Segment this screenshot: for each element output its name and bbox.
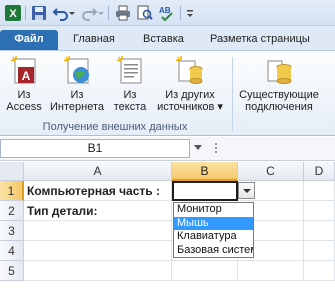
redo-dropdown-icon[interactable] xyxy=(97,4,105,22)
from-web-button[interactable]: Из Интернета xyxy=(48,53,106,117)
validation-dropdown-button[interactable] xyxy=(238,182,255,199)
from-text-line1: Из xyxy=(123,89,137,101)
from-text-line2: текста xyxy=(113,101,147,113)
svg-text:AB: AB xyxy=(159,6,171,15)
cell-d5[interactable] xyxy=(304,261,335,281)
toolbar-separator xyxy=(25,6,26,20)
cell-a5[interactable] xyxy=(24,261,172,281)
column-header-c[interactable]: C xyxy=(238,162,304,181)
dropdown-option-monitor[interactable]: Монитор xyxy=(174,203,253,217)
select-all-corner[interactable] xyxy=(0,162,24,181)
name-box[interactable]: B1 xyxy=(0,139,190,158)
cell-b1[interactable] xyxy=(172,181,238,201)
from-access-line2: Access xyxy=(6,101,42,113)
quick-access-toolbar: X AB xyxy=(0,0,335,26)
ribbon-tabs: Файл Главная Вставка Разметка страницы xyxy=(0,26,335,50)
excel-window: X AB Файл Главная Вставка Разметка стран… xyxy=(0,0,335,290)
toolbar-separator xyxy=(180,6,181,20)
dropdown-option-mouse[interactable]: Мышь xyxy=(174,216,253,230)
row-header-2[interactable]: 2 xyxy=(0,201,24,221)
cell-d2[interactable] xyxy=(304,201,335,221)
access-icon: A xyxy=(10,56,36,84)
web-icon xyxy=(63,56,89,84)
cell-d3[interactable] xyxy=(304,221,335,241)
dropdown-option-base-system[interactable]: Базовая систем xyxy=(174,244,253,258)
chevron-down-icon xyxy=(243,189,251,193)
text-file-icon xyxy=(116,56,142,84)
connections-icon xyxy=(267,60,292,84)
from-access-button[interactable]: A Из Access xyxy=(2,53,46,117)
tab-page-layout[interactable]: Разметка страницы xyxy=(210,30,310,50)
tab-file[interactable]: Файл xyxy=(0,30,58,50)
from-access-line1: Из xyxy=(17,89,31,101)
cell-a1[interactable]: Компьютерная часть : xyxy=(24,181,172,201)
from-other-sources-line1: Из других xyxy=(165,89,215,101)
dropdown-option-keyboard[interactable]: Клавиатура xyxy=(174,230,253,244)
cell-a3[interactable] xyxy=(24,221,172,241)
excel-icon[interactable]: X xyxy=(4,4,22,22)
name-box-dropdown-icon[interactable] xyxy=(194,145,202,150)
ribbon-group-label: Получение внешних данных xyxy=(42,121,188,133)
existing-connections-line1: Существующие xyxy=(239,89,319,101)
column-header-b[interactable]: B xyxy=(172,162,238,181)
svg-text:X: X xyxy=(9,8,17,20)
row-header-3[interactable]: 3 xyxy=(0,221,24,241)
formula-bar-grip-icon[interactable] xyxy=(213,141,219,155)
print-icon[interactable] xyxy=(114,4,132,22)
from-other-sources-line2: источников ▾ xyxy=(157,101,223,113)
customize-icon[interactable] xyxy=(185,4,195,22)
undo-dropdown-icon[interactable] xyxy=(68,4,76,22)
existing-connections-label: Существующие подключения xyxy=(234,89,324,113)
from-web-line1: Из xyxy=(70,89,84,101)
worksheet-grid: A B C D 1 2 3 4 5 Компьютерная часть : Т… xyxy=(0,162,335,290)
formula-bar: B1 xyxy=(0,137,335,161)
from-other-sources-button[interactable]: Из других источников ▾ xyxy=(154,53,226,117)
svg-text:A: A xyxy=(22,69,31,83)
ribbon-panel: A Из Access Из Интернета Из текста Из др… xyxy=(0,50,335,136)
cell-a4[interactable] xyxy=(24,241,172,261)
row-header-1[interactable]: 1 xyxy=(0,181,24,201)
other-sources-icon xyxy=(175,56,203,84)
tab-insert[interactable]: Вставка xyxy=(143,30,184,50)
cell-d1[interactable] xyxy=(304,181,335,201)
cell-a2[interactable]: Тип детали: xyxy=(24,201,172,221)
group-separator xyxy=(232,57,233,131)
from-access-label: Из Access xyxy=(2,89,46,113)
column-header-d[interactable]: D xyxy=(304,162,335,181)
from-text-label: Из текста xyxy=(108,89,152,113)
from-web-label: Из Интернета xyxy=(48,89,106,113)
row-header-5[interactable]: 5 xyxy=(0,261,24,281)
from-text-button[interactable]: Из текста xyxy=(108,53,152,117)
row-header-4[interactable]: 4 xyxy=(0,241,24,261)
from-other-sources-label: Из других источников ▾ xyxy=(154,89,226,113)
from-web-line2: Интернета xyxy=(50,101,104,113)
print-preview-icon[interactable] xyxy=(136,4,154,22)
spellcheck-icon[interactable]: AB xyxy=(158,4,176,22)
tab-home[interactable]: Главная xyxy=(73,30,115,50)
cell-d4[interactable] xyxy=(304,241,335,261)
existing-connections-line2: подключения xyxy=(245,101,313,113)
redo-icon[interactable] xyxy=(80,4,98,22)
cell-c5[interactable] xyxy=(238,261,304,281)
validation-dropdown-list: Монитор Мышь Клавиатура Базовая систем xyxy=(173,202,254,258)
cell-b5[interactable] xyxy=(172,261,238,281)
toolbar-separator xyxy=(108,6,109,20)
save-icon[interactable] xyxy=(30,4,48,22)
column-header-a[interactable]: A xyxy=(24,162,172,181)
existing-connections-button[interactable]: Существующие подключения xyxy=(234,53,324,117)
